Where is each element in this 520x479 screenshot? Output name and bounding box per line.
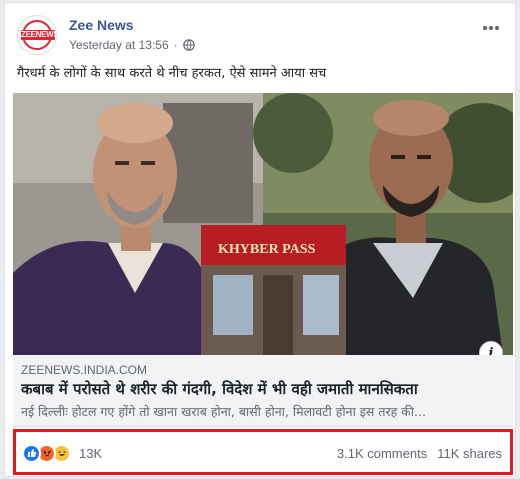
globe-icon[interactable] xyxy=(182,39,195,51)
post-caption: गैरधर्म के लोगों के साथ करते थे नीच हरकत… xyxy=(17,66,327,81)
link-preview[interactable]: ZEENEWS.INDIA.COM कबाब में परोसते थे शरी… xyxy=(13,355,513,427)
engagement-stats: 3.1K comments 11K shares xyxy=(337,446,502,461)
comments-count[interactable]: 3.1K comments xyxy=(337,446,427,461)
meta-separator: · xyxy=(173,38,178,52)
post-timestamp[interactable]: Yesterday at 13:56 xyxy=(69,38,169,52)
avatar-logo-text: ZEENEWS xyxy=(21,30,57,40)
post-card: ZEENEWS Zee News Yesterday at 13:56 · गै… xyxy=(4,2,516,477)
engagement-bar: 13K 3.1K comments 11K shares xyxy=(13,429,513,475)
link-domain: ZEENEWS.INDIA.COM xyxy=(21,363,148,377)
post-image[interactable]: KHYBER PASS i xyxy=(13,93,513,355)
more-options-icon[interactable] xyxy=(479,21,503,35)
page-name-link[interactable]: Zee News xyxy=(69,17,134,33)
post-meta: Yesterday at 13:56 · xyxy=(69,38,195,52)
page-avatar[interactable]: ZEENEWS xyxy=(17,15,57,55)
shares-count[interactable]: 11K shares xyxy=(437,446,502,461)
shop-sign-text: KHYBER PASS xyxy=(218,242,316,257)
news-photo-collage: KHYBER PASS xyxy=(13,93,513,355)
link-snippet: नई दिल्लीः होटल गए होंगे तो खाना खराब हो… xyxy=(21,404,426,419)
reactions-count[interactable]: 13K xyxy=(79,446,102,461)
like-reaction-icon xyxy=(22,443,41,463)
link-headline[interactable]: कबाब में परोसते थे शरीर की गंदगी, विदेश … xyxy=(21,379,505,399)
post-header: ZEENEWS Zee News Yesterday at 13:56 · xyxy=(17,15,503,59)
reactions-summary[interactable]: 13K xyxy=(22,443,102,463)
